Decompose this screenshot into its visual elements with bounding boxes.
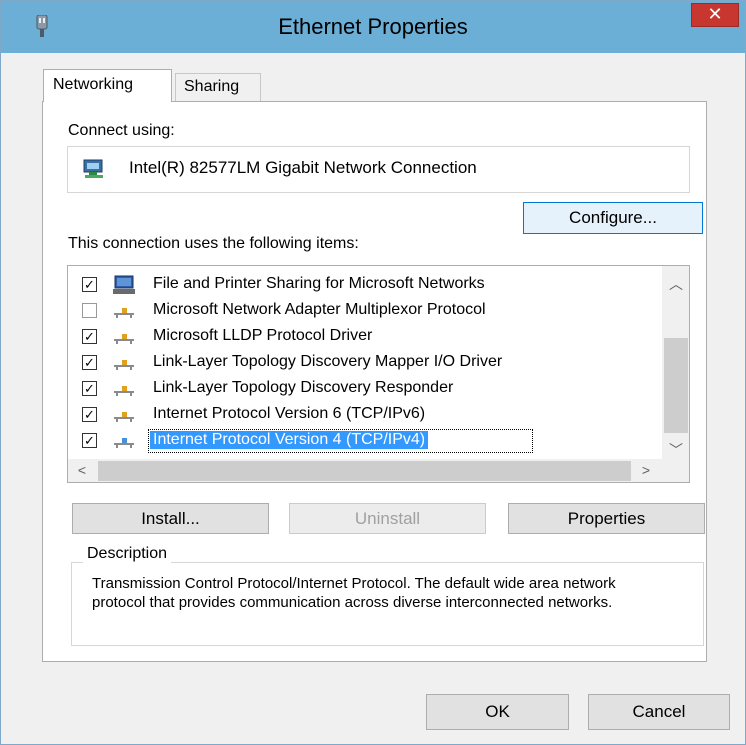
connect-using-label: Connect using: [68, 122, 175, 139]
protocol-icon [114, 412, 134, 422]
item-label: Internet Protocol Version 6 (TCP/IPv6) [153, 405, 426, 422]
close-button[interactable]: ✕ [691, 3, 739, 27]
vertical-scrollbar[interactable]: ︿ ﹀ [662, 266, 689, 460]
tab-sharing[interactable]: Sharing [175, 73, 261, 101]
item-label: Internet Protocol Version 4 (TCP/IPv4) [150, 431, 429, 449]
items-list[interactable]: ✓ File and Printer Sharing for Microsoft… [67, 265, 690, 483]
network-card-icon [83, 159, 103, 178]
protocol-icon [114, 360, 134, 370]
protocol-icon [114, 334, 134, 344]
items-label: This connection uses the following items… [68, 235, 359, 252]
install-button[interactable]: Install... [72, 503, 269, 534]
item-checkbox[interactable]: ✓ [82, 277, 97, 292]
scroll-corner [662, 459, 689, 482]
list-item[interactable]: ✓ Microsoft LLDP Protocol Driver [68, 324, 662, 350]
item-label: Link-Layer Topology Discovery Mapper I/O… [153, 353, 503, 370]
item-label: Link-Layer Topology Discovery Responder [153, 379, 454, 396]
scroll-right-icon[interactable]: > [636, 462, 656, 478]
vertical-scroll-thumb[interactable] [664, 338, 688, 433]
description-text: Transmission Control Protocol/Internet P… [92, 575, 616, 611]
item-checkbox[interactable] [82, 303, 97, 318]
computer-icon [113, 275, 135, 294]
ok-button[interactable]: OK [426, 694, 569, 730]
item-label: Microsoft Network Adapter Multiplexor Pr… [153, 301, 486, 318]
list-item[interactable]: ✓ Internet Protocol Version 6 (TCP/IPv6) [68, 402, 662, 428]
adapter-box: Intel(R) 82577LM Gigabit Network Connect… [67, 146, 690, 193]
list-item[interactable]: ✓ Link-Layer Topology Discovery Mapper I… [68, 350, 662, 376]
protocol-icon [114, 386, 134, 396]
scroll-up-icon[interactable]: ︿ [662, 274, 689, 294]
properties-button[interactable]: Properties [508, 503, 705, 534]
list-item[interactable]: Microsoft Network Adapter Multiplexor Pr… [68, 298, 662, 324]
item-checkbox[interactable]: ✓ [82, 355, 97, 370]
item-checkbox[interactable]: ✓ [82, 407, 97, 422]
description-title: Description [83, 545, 172, 563]
tab-networking[interactable]: Networking [43, 69, 172, 102]
protocol-icon [114, 438, 134, 448]
item-label: File and Printer Sharing for Microsoft N… [153, 275, 485, 292]
horizontal-scroll-thumb[interactable] [98, 461, 631, 481]
adapter-name: Intel(R) 82577LM Gigabit Network Connect… [129, 158, 477, 177]
item-label: Microsoft LLDP Protocol Driver [153, 327, 373, 344]
horizontal-scrollbar[interactable]: < > [68, 459, 662, 482]
item-checkbox[interactable]: ✓ [82, 329, 97, 344]
configure-button[interactable]: Configure... [523, 202, 703, 234]
item-checkbox[interactable]: ✓ [82, 433, 97, 448]
item-checkbox[interactable]: ✓ [82, 381, 97, 396]
list-item-selected[interactable]: ✓ Internet Protocol Version 4 (TCP/IPv4) [68, 428, 662, 454]
protocol-icon [114, 308, 134, 318]
title-bar[interactable]: Ethernet Properties ✕ [1, 1, 745, 53]
list-item[interactable]: ✓ File and Printer Sharing for Microsoft… [68, 272, 662, 298]
ethernet-properties-window: Ethernet Properties ✕ Networking Sharing… [0, 0, 746, 745]
list-item[interactable]: ✓ Link-Layer Topology Discovery Responde… [68, 376, 662, 402]
scroll-left-icon[interactable]: < [72, 462, 92, 478]
window-title: Ethernet Properties [278, 14, 468, 39]
scroll-down-icon[interactable]: ﹀ [662, 440, 689, 460]
uninstall-button[interactable]: Uninstall [289, 503, 486, 534]
cancel-button[interactable]: Cancel [588, 694, 730, 730]
networking-panel: Connect using: Intel(R) 82577LM Gigabit … [42, 101, 707, 662]
